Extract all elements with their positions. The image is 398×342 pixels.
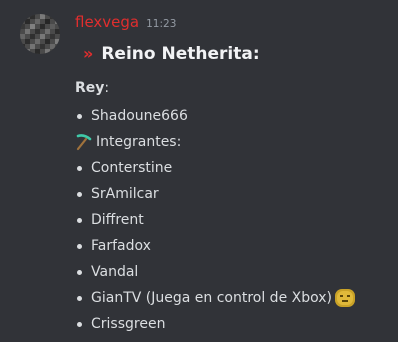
bullet-icon [77,269,82,275]
timestamp[interactable]: 11:23 [146,18,176,30]
list-item-text: Farfadox [91,238,151,254]
list-item-text: Vandal [91,264,139,280]
list-item-text: SrAmilcar [91,186,159,202]
double-chevron-right-icon: » [83,44,94,63]
list-item: Vandal [75,262,138,282]
list-item-text: Shadoune666 [91,108,188,124]
pixel-block-avatar-icon [20,14,60,54]
user-avatar[interactable] [20,14,60,54]
list-item: GianTV (Juega en control de Xbox) [75,288,356,308]
list-item-text: Diffrent [91,212,144,228]
bullet-icon [77,217,82,223]
list-item-text: GianTV (Juega en control de Xbox) [91,290,332,306]
list-item: Crissgreen [75,314,165,334]
username[interactable]: flexvega [75,13,139,31]
bullet-icon [77,113,82,119]
blob-emoji-icon[interactable] [334,287,356,309]
rey-label-colon: : [104,80,110,96]
rey-label: Rey [75,80,105,96]
list-item: Farfadox [75,236,151,256]
members-label-line: Integrantes: [75,132,181,152]
bullet-icon [77,165,82,171]
rey-label-line: Rey: [75,80,109,96]
list-item: SrAmilcar [75,184,159,204]
bullet-icon [77,243,82,249]
list-item-text: Conterstine [91,160,173,176]
list-item-text: Crissgreen [91,316,166,332]
list-item: Shadoune666 [75,106,188,126]
message-heading: » Reino Netherita: [83,44,260,64]
message-header: flexvega 11:23 [75,13,176,35]
pickaxe-icon[interactable] [75,133,93,151]
list-item: Diffrent [75,210,144,230]
chat-message: flexvega 11:23 » Reino Netherita: Rey: S… [0,0,398,342]
bullet-icon [77,191,82,197]
members-label: Integrantes: [96,134,182,150]
list-item: Conterstine [75,158,172,178]
bullet-icon [77,295,82,301]
bullet-icon [77,321,82,327]
heading-text: Reino Netherita: [101,44,260,64]
